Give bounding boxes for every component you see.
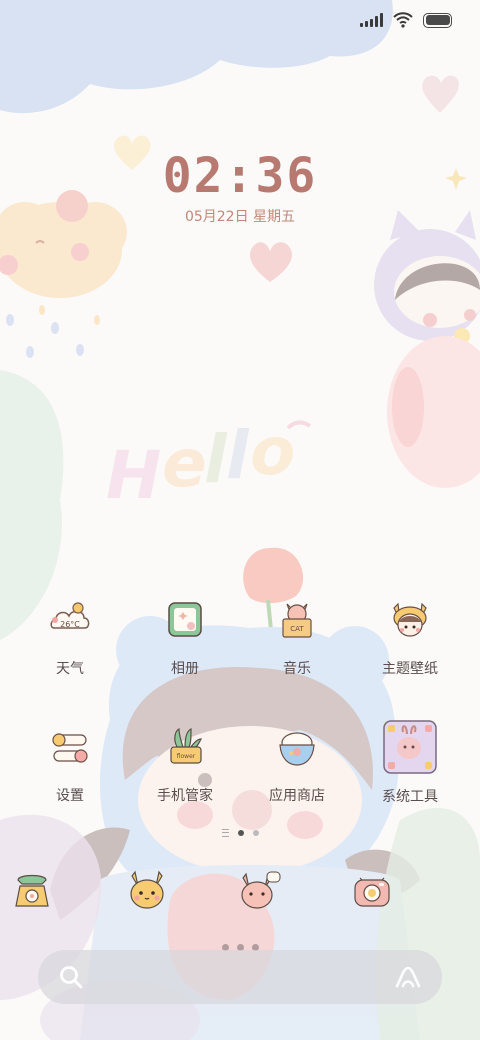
- rice-bowl-icon: [279, 732, 315, 766]
- app-system-tools[interactable]: 系统工具: [350, 720, 470, 806]
- page-dot-1[interactable]: [237, 830, 244, 836]
- dock-app-messages[interactable]: [125, 868, 245, 916]
- feed-page-icon[interactable]: [221, 829, 229, 837]
- page-indicator[interactable]: [0, 829, 480, 837]
- home-screen: H e l l o 02:36 05月22日 星期五 26°C 天气 相册 CA…: [0, 0, 480, 1040]
- app-label: 系统工具: [382, 789, 438, 805]
- dock-app-phone[interactable]: [10, 868, 130, 916]
- app-music[interactable]: CAT 音乐: [237, 598, 357, 678]
- page-dot-2[interactable]: [252, 830, 259, 836]
- clock-date: 05月22日 星期五: [184, 209, 296, 225]
- app-weather[interactable]: 26°C 天气: [10, 598, 130, 678]
- plant-pot-icon: flower: [170, 728, 202, 764]
- svg-text:l: l: [226, 417, 250, 494]
- search-icon[interactable]: [58, 964, 84, 990]
- app-label: 相册: [171, 661, 199, 677]
- app-gallery[interactable]: 相册: [125, 598, 245, 678]
- clock-time: 02:36: [162, 148, 318, 204]
- weather-cloud-icon: 26°C: [50, 602, 90, 629]
- dock-app-camera[interactable]: [350, 868, 470, 916]
- svg-text:flower: flower: [177, 753, 196, 760]
- svg-text:l: l: [204, 421, 228, 498]
- cat-box-music-icon: CAT: [282, 603, 312, 638]
- status-bar: [0, 0, 480, 40]
- assistant-icon[interactable]: [394, 964, 422, 990]
- app-label: 手机管家: [157, 788, 213, 804]
- wifi-icon: [393, 12, 413, 28]
- app-label: 音乐: [283, 661, 311, 677]
- dock-app-browser[interactable]: [237, 868, 357, 916]
- app-phone-manager[interactable]: flower 手机管家: [125, 725, 245, 805]
- clock-widget[interactable]: 02:36 05月22日 星期五: [0, 148, 480, 226]
- telephone-icon: [15, 874, 49, 907]
- toggle-switches-icon: [52, 733, 88, 763]
- search-bar[interactable]: [38, 950, 442, 1004]
- camera-icon: [354, 877, 390, 907]
- svg-text:26°C: 26°C: [60, 620, 80, 629]
- battery-fill: [425, 15, 450, 25]
- app-settings[interactable]: 设置: [10, 725, 130, 805]
- svg-text:H: H: [106, 437, 161, 514]
- app-store[interactable]: 应用商店: [237, 725, 357, 805]
- app-themes[interactable]: 主题壁纸: [350, 598, 470, 678]
- battery-icon: [423, 12, 452, 28]
- app-label: 天气: [56, 661, 84, 677]
- app-label: 应用商店: [269, 788, 325, 804]
- app-label: 设置: [56, 788, 84, 804]
- app-label: 主题壁纸: [382, 661, 438, 677]
- photo-frame-icon: [168, 602, 202, 637]
- cat-face-theme-icon: [393, 602, 427, 637]
- svg-text:CAT: CAT: [290, 625, 304, 633]
- signal-bars-icon: [360, 13, 383, 27]
- svg-text:o: o: [250, 413, 295, 490]
- bunny-folder-icon: [383, 720, 437, 774]
- pink-cat-browser-icon: [241, 871, 281, 909]
- svg-text:e: e: [162, 425, 207, 502]
- yellow-cat-message-icon: [130, 870, 164, 909]
